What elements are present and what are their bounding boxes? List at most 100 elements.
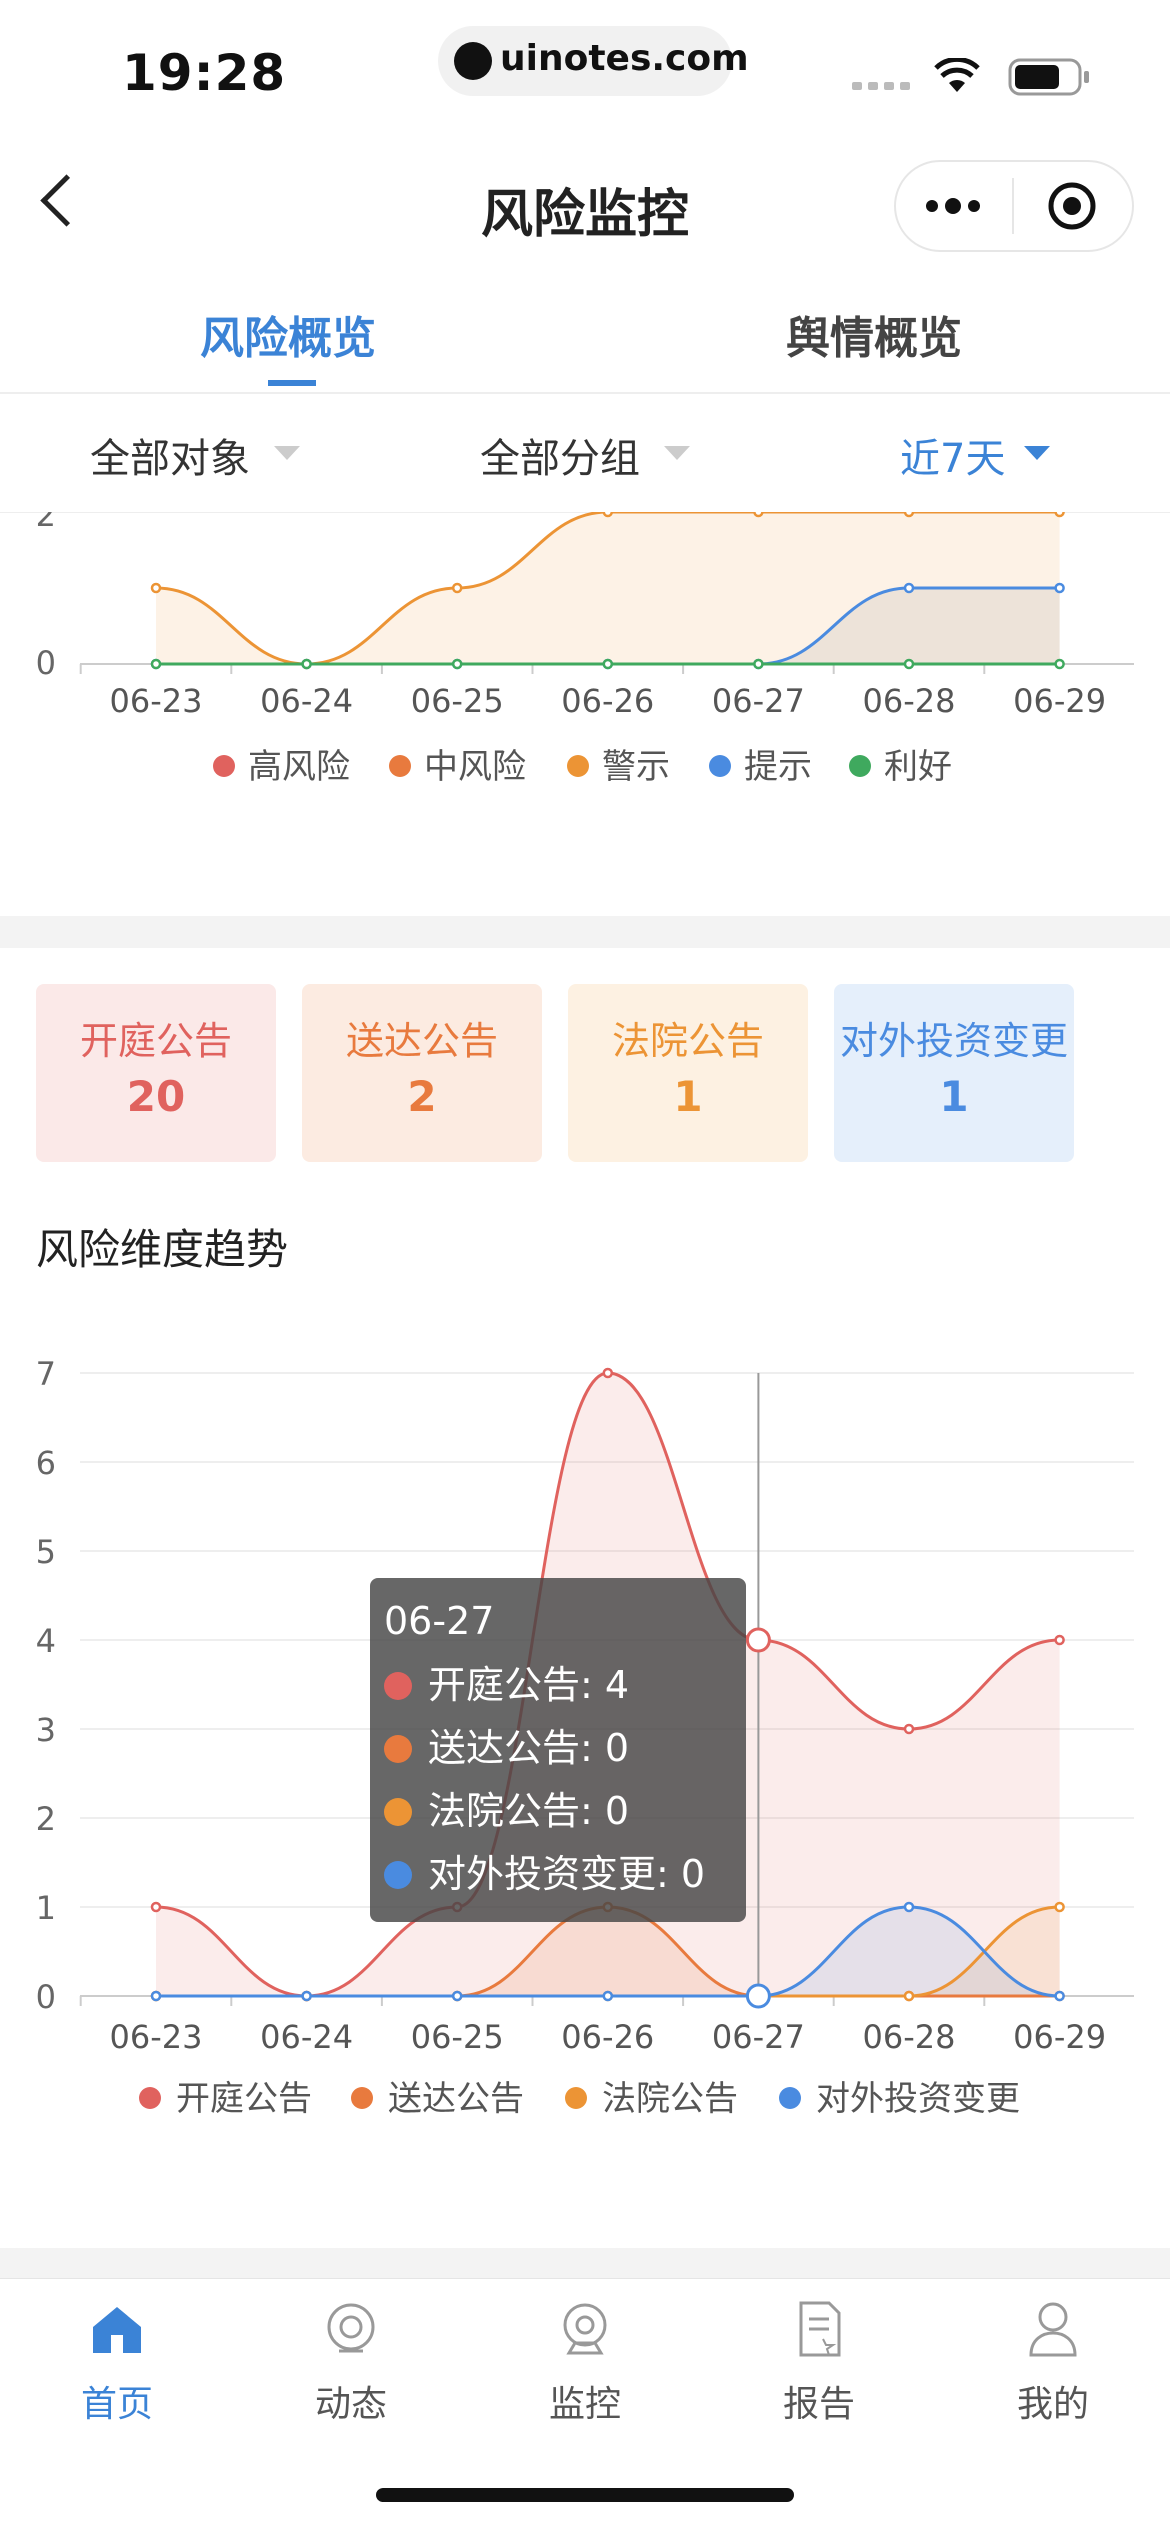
stat-card-label: 送达公告 [345,1019,498,1063]
x-tick-label: 06-25 [411,682,504,720]
tab-label: 报告 [782,2384,855,2425]
data-point [451,1990,463,2002]
user-icon [1029,2302,1077,2357]
url-text: uinotes.com [500,38,749,79]
data-point [1054,512,1065,518]
tab-home[interactable]: 首页 [0,2299,234,2427]
tab-monitor[interactable]: 监控 [468,2299,702,2427]
y-tick-label: 3 [36,1711,56,1749]
legend-marker [389,755,411,777]
data-point [602,512,614,518]
stat-card-investment-change[interactable]: 对外投资变更 1 [834,984,1074,1162]
stat-card-value: 2 [407,1072,437,1121]
close-mini-program-icon[interactable] [1046,180,1098,232]
highlight-point [745,1627,771,1653]
data-point [150,1990,162,2002]
data-point [903,658,915,670]
y-tick-label: 2 [36,1800,56,1838]
tooltip-marker [384,1798,412,1826]
tab-bar: 风险概览 舆情概览 [0,262,1170,394]
legend-marker [565,2087,587,2109]
home-icon [93,2307,141,2353]
tooltip-row: 开庭公告: 4 [428,1663,629,1707]
report-icon [799,2301,841,2357]
data-point [451,582,463,594]
data-point [150,1901,162,1913]
data-point [301,658,312,670]
tab-mine[interactable]: 我的 [936,2299,1170,2427]
x-tick-label: 06-23 [110,682,203,720]
stat-card-service-notice[interactable]: 送达公告 2 [302,984,542,1162]
legend-marker [779,2087,801,2109]
camera-icon [563,2303,607,2355]
chevron-down-icon [1024,446,1050,460]
y-tick-label: 1 [36,1889,56,1927]
x-tick-label: 06-29 [1013,682,1106,720]
battery-icon [1008,58,1089,96]
data-point [602,1990,614,2002]
tab-activity[interactable]: 动态 [234,2299,468,2427]
x-tick-label: 06-23 [110,2018,203,2056]
legend-marker [213,755,235,777]
tab-label: 我的 [1016,2384,1089,2425]
data-point [602,658,614,670]
section-divider [0,2248,1170,2278]
legend-label: 利好 [884,747,952,787]
legend-label: 警示 [602,747,670,787]
section-divider [0,916,1170,948]
tooltip-marker [384,1861,412,1889]
filter-all-objects[interactable]: 全部对象 [90,426,250,484]
data-point [1054,658,1065,670]
signal-icon [852,82,910,90]
stat-card-court-notice[interactable]: 法院公告 1 [568,984,808,1162]
stat-card-label: 开庭公告 [79,1019,232,1063]
stat-card-value: 1 [673,1072,703,1121]
data-point [1054,582,1065,594]
x-tick-label: 06-28 [863,2018,956,2056]
home-indicator [376,2488,794,2502]
filter-bar: 全部对象 全部分组 近7天 [0,394,1170,513]
highlight-point [745,1983,771,2009]
filter-date-range[interactable]: 近7天 [900,426,1005,484]
y-tick-label: 5 [36,1533,56,1571]
risk-dimension-trend-chart[interactable]: 0 1 2 3 4 5 6 7 06-23 06-24 06-25 06-26 06-27 06-28 06… [0,1320,1170,2080]
data-point [1054,1634,1065,1646]
x-tick-label: 06-29 [1013,2018,1106,2056]
legend-label: 对外投资变更 [816,2079,1020,2119]
y-tick-label: 2 [36,512,56,534]
data-point [602,1367,614,1379]
tooltip-title: 06-27 [384,1599,494,1643]
more-icon[interactable] [924,194,982,218]
tab-sentiment-overview[interactable]: 舆情概览 [786,302,962,366]
status-time: 19:28 [122,44,287,102]
tab-report[interactable]: 报告 [702,2299,936,2427]
tooltip-marker [384,1672,412,1700]
legend-label: 中风险 [424,747,526,787]
tab-risk-overview[interactable]: 风险概览 [200,302,376,366]
legend-label: 提示 [744,747,812,787]
trend-section-title: 风险维度趋势 [36,1225,289,1274]
x-tick-label: 06-25 [411,2018,504,2056]
y-tick-label: 0 [36,1978,56,2016]
data-point [903,512,915,518]
stat-card-label: 法院公告 [611,1019,764,1063]
data-point [903,1901,915,1913]
legend-marker [709,755,731,777]
legend-marker [139,2087,161,2109]
stat-card-court-hearing[interactable]: 开庭公告 20 [36,984,276,1162]
tooltip-row: 法院公告: 0 [428,1789,629,1833]
x-tick-label: 06-26 [561,682,654,720]
y-tick-label: 7 [36,1355,56,1393]
y-tick-label: 6 [36,1444,56,1482]
tab-label: 动态 [314,2384,387,2425]
filter-all-groups[interactable]: 全部分组 [480,426,640,484]
legend-marker [849,755,871,777]
stat-card-label: 对外投资变更 [839,1019,1068,1063]
tab-label: 首页 [80,2384,153,2425]
data-point [150,582,162,594]
stat-card-value: 1 [939,1072,969,1121]
legend-label: 高风险 [248,747,350,787]
stat-card-value: 20 [126,1072,186,1121]
chevron-down-icon [274,446,300,460]
tooltip-row: 送达公告: 0 [428,1726,629,1770]
